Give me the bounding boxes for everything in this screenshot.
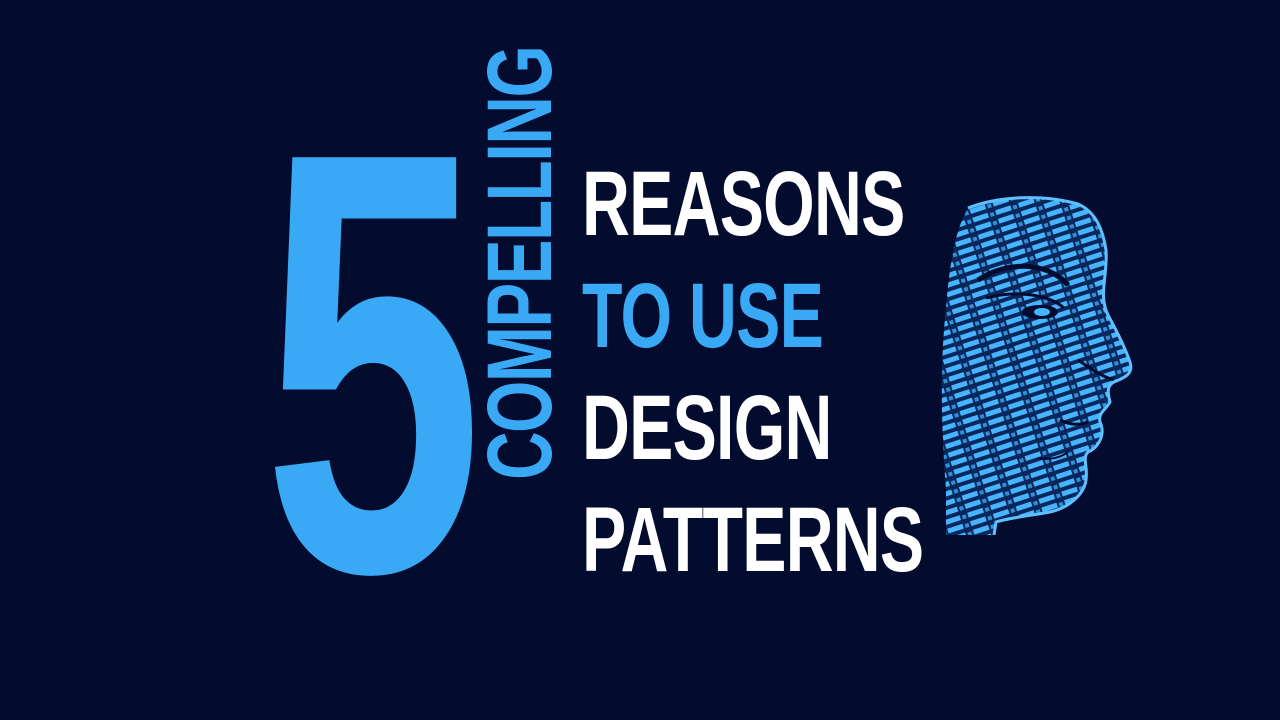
headline-vertical-word: COMPELLING [469,47,571,560]
headline-line-to-use: TO USE [582,265,824,367]
headline-vertical-word-text: COMPELLING [469,46,571,480]
headline-line-design: DESIGN [582,377,832,479]
hero-banner: 5 COMPELLING REASONS TO USE DESIGN PATTE… [0,0,1280,720]
human-head-profile-icon [941,196,1133,535]
headline-lines: REASONS TO USE DESIGN PATTERNS [582,148,942,596]
vertical-word-container: COMPELLING [469,47,571,560]
headline-line-patterns: PATTERNS [582,489,924,591]
head-texture [941,197,1131,535]
headline-number: 5 [262,28,484,698]
headline-line-reasons: REASONS [582,153,905,255]
